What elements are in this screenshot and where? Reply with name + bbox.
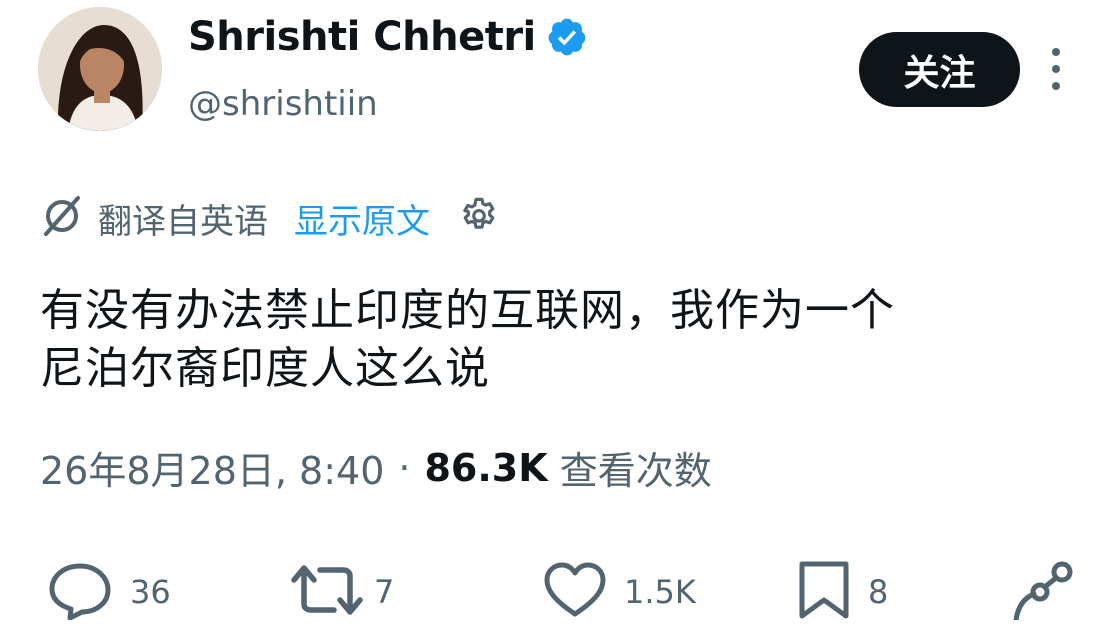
show-original-link[interactable]: 显示原文 [294, 194, 430, 243]
retweet-count: 7 [374, 573, 395, 611]
share-button[interactable] [1010, 560, 1076, 624]
reply-count: 36 [130, 573, 171, 611]
gear-icon[interactable] [458, 195, 500, 241]
heart-icon [542, 560, 608, 624]
follow-button[interactable]: 关注 [859, 32, 1020, 107]
bookmark-count: 8 [868, 573, 889, 611]
retweet-button[interactable]: 7 [290, 562, 394, 622]
retweet-icon [290, 560, 366, 624]
avatar[interactable] [38, 7, 162, 131]
translation-bar: 翻译自英语 显示原文 [40, 194, 500, 242]
tweet-timestamp[interactable]: 26年8月28日, 8:40 [40, 440, 384, 495]
bookmark-icon [796, 560, 852, 624]
views-label: 查看次数 [559, 449, 712, 493]
tweet-meta: 26年8月28日, 8:40 · 86.3K 查看次数 [40, 440, 712, 495]
views-count: 86.3K [424, 445, 548, 490]
translation-label: 翻译自英语 [98, 201, 268, 242]
more-options-icon[interactable] [1042, 44, 1070, 94]
meta-separator: · [398, 445, 411, 490]
tweet-text: 有没有办法禁止印度的互联网，我作为一个 尼泊尔裔印度人这么说 [40, 285, 895, 394]
share-icon [1010, 560, 1076, 624]
author-name[interactable]: Shrishti Chhetri [188, 14, 536, 60]
reply-button[interactable]: 36 [46, 562, 171, 622]
reply-icon [46, 560, 114, 624]
bookmark-button[interactable]: 8 [796, 560, 889, 624]
translate-icon [40, 194, 84, 242]
avatar-image [38, 7, 162, 131]
like-button[interactable]: 1.5K [542, 562, 696, 622]
like-count: 1.5K [624, 573, 696, 611]
author-handle[interactable]: @shrishtiin [188, 84, 378, 124]
verified-badge-icon [546, 16, 588, 58]
author-name-row[interactable]: Shrishti Chhetri [188, 14, 588, 60]
